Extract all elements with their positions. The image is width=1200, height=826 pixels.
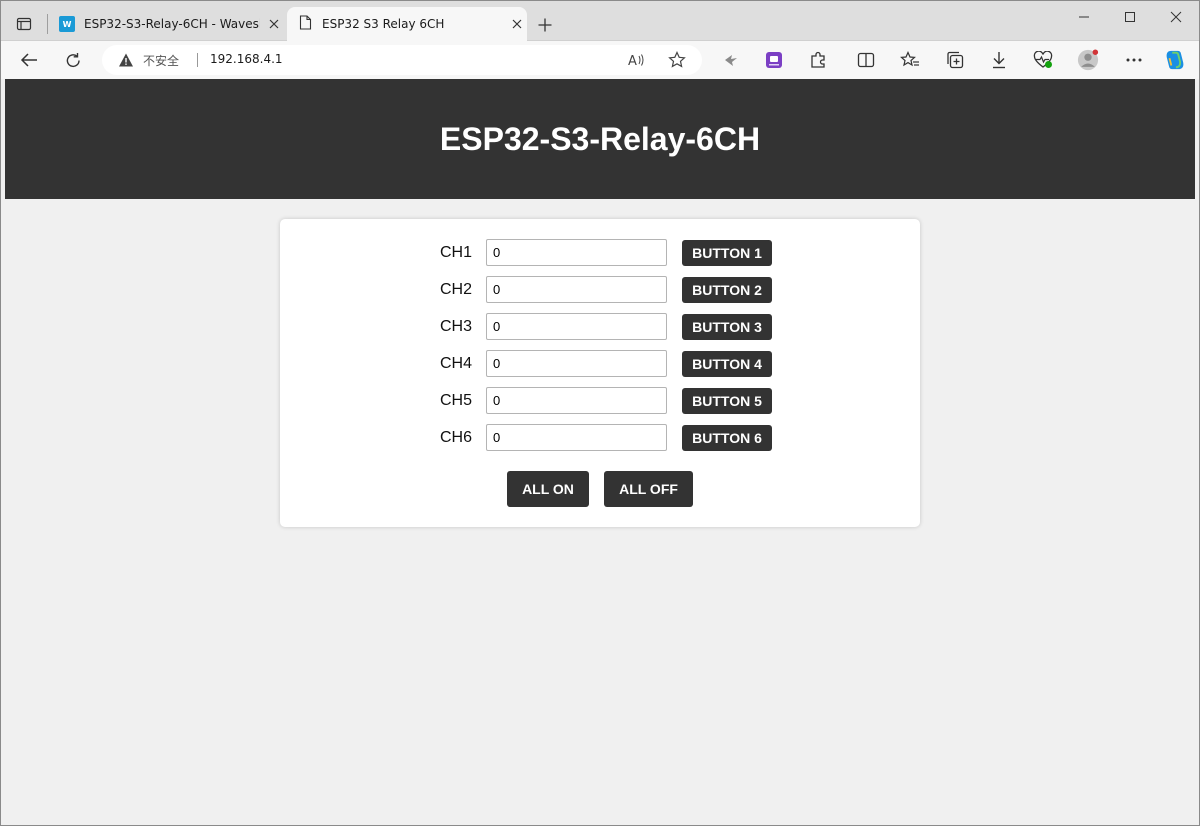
back-arrow-icon[interactable]: [18, 49, 40, 71]
channel-label: CH6: [440, 428, 473, 446]
more-options-icon[interactable]: [1123, 49, 1145, 71]
channel-6-input[interactable]: [486, 424, 667, 451]
channel-1-input[interactable]: [486, 239, 667, 266]
address-bar[interactable]: 不安全 192.168.4.1 A: [102, 45, 702, 75]
channel-2-input[interactable]: [486, 276, 667, 303]
button-2[interactable]: BUTTON 2: [682, 276, 772, 303]
channel-row: CH4 BUTTON 4: [440, 350, 772, 377]
channel-4-input[interactable]: [486, 350, 667, 377]
tab-title: ESP32 S3 Relay 6CH: [322, 17, 445, 31]
channel-row: CH3 BUTTON 3: [440, 313, 772, 340]
all-controls: ALL ON ALL OFF: [280, 471, 920, 507]
address-divider: [197, 53, 198, 67]
downloads-icon[interactable]: [988, 49, 1010, 71]
channel-row: CH2 BUTTON 2: [440, 276, 772, 303]
refresh-icon[interactable]: [62, 49, 84, 71]
warning-icon[interactable]: [118, 52, 134, 68]
maximize-icon[interactable]: [1118, 6, 1142, 28]
read-aloud-icon[interactable]: A: [626, 49, 648, 71]
channel-row: CH1 BUTTON 1: [440, 239, 772, 266]
channel-label: CH5: [440, 391, 473, 409]
profile-avatar-icon[interactable]: [1077, 49, 1099, 71]
svg-text:A: A: [628, 54, 637, 68]
channel-label: CH1: [440, 243, 473, 261]
channel-row: CH6 BUTTON 6: [440, 424, 772, 451]
favorite-star-icon[interactable]: [666, 49, 688, 71]
tab-waveshare[interactable]: W ESP32-S3-Relay-6CH - Waveshare: [52, 7, 284, 41]
page-viewport: ESP32-S3-Relay-6CH CH1 BUTTON 1 CH2 BUTT…: [5, 79, 1195, 821]
extensions-puzzle-icon[interactable]: [807, 49, 829, 71]
tab-separator: [47, 14, 48, 34]
button-4[interactable]: BUTTON 4: [682, 350, 772, 377]
browser-essentials-icon[interactable]: [1032, 49, 1054, 71]
channel-3-input[interactable]: [486, 313, 667, 340]
channel-label: CH4: [440, 354, 473, 372]
channel-label: CH3: [440, 317, 473, 335]
channel-5-input[interactable]: [486, 387, 667, 414]
extension-purple-icon[interactable]: [763, 49, 785, 71]
close-icon[interactable]: [264, 14, 284, 34]
split-screen-icon[interactable]: [855, 49, 877, 71]
favorites-icon[interactable]: [899, 49, 921, 71]
tab-strip: W ESP32-S3-Relay-6CH - Waveshare ESP32 S…: [0, 0, 1200, 41]
new-tab-icon[interactable]: [534, 14, 556, 36]
tab-actions-icon[interactable]: [10, 10, 38, 38]
url-text[interactable]: 192.168.4.1: [210, 52, 283, 66]
window-close-icon[interactable]: [1164, 6, 1188, 28]
relay-control-card: CH1 BUTTON 1 CH2 BUTTON 2 CH3 BUTTON 3 C…: [280, 219, 920, 527]
waveshare-logo-icon: W: [59, 16, 75, 32]
extension-bird-icon[interactable]: [720, 49, 742, 71]
page-header: ESP32-S3-Relay-6CH: [5, 79, 1195, 199]
minimize-icon[interactable]: [1072, 6, 1096, 28]
channel-row: CH5 BUTTON 5: [440, 387, 772, 414]
all-on-button[interactable]: ALL ON: [507, 471, 589, 507]
all-off-button[interactable]: ALL OFF: [604, 471, 693, 507]
button-6[interactable]: BUTTON 6: [682, 424, 772, 451]
button-5[interactable]: BUTTON 5: [682, 387, 772, 414]
browser-toolbar: 不安全 192.168.4.1 A: [0, 41, 1200, 110]
page-icon: [299, 15, 312, 33]
tab-title: ESP32-S3-Relay-6CH - Waveshare: [84, 17, 260, 31]
security-label[interactable]: 不安全: [143, 52, 179, 69]
button-1[interactable]: BUTTON 1: [682, 239, 772, 266]
tab-relay[interactable]: ESP32 S3 Relay 6CH: [287, 7, 527, 41]
collections-icon[interactable]: [944, 49, 966, 71]
close-icon[interactable]: [507, 14, 527, 34]
copilot-icon[interactable]: [1164, 49, 1186, 71]
channel-label: CH2: [440, 280, 473, 298]
page-title: ESP32-S3-Relay-6CH: [439, 120, 761, 157]
button-3[interactable]: BUTTON 3: [682, 313, 772, 340]
